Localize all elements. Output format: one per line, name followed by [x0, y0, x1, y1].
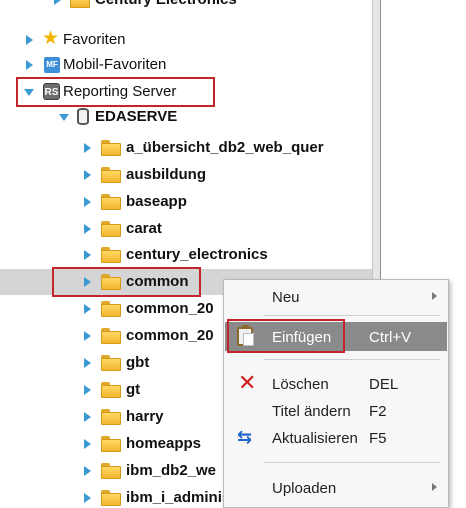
folder-icon [101, 355, 121, 371]
menu-item-label: Aktualisieren [272, 430, 358, 447]
menu-item-label: Uploaden [272, 480, 337, 497]
expand-arrow-icon[interactable] [84, 385, 91, 395]
expand-arrow-icon[interactable] [84, 493, 91, 503]
menu-item-shortcut: F2 [369, 403, 387, 420]
tree-item-folder[interactable]: century_electronics [0, 242, 372, 268]
tree-item-label: ausbildung [126, 166, 206, 183]
folder-icon [101, 140, 121, 156]
menu-item-einfuegen[interactable]: Einfügen Ctrl+V [225, 322, 447, 351]
folder-icon [101, 301, 121, 317]
menu-item-uploaden[interactable]: Uploaden [225, 473, 447, 502]
expand-arrow-icon[interactable] [84, 143, 91, 153]
menu-item-label: Einfügen [272, 329, 332, 346]
context-menu: Neu Einfügen Ctrl+V ✕ Löschen DEL Titel … [223, 279, 449, 508]
submenu-arrow-icon [432, 483, 437, 491]
tree-item-reporting-server[interactable]: RS Reporting Server [0, 79, 372, 105]
mobile-favorites-icon: MF [44, 57, 60, 73]
tree-item-label: Mobil-Favoriten [63, 56, 167, 73]
menu-item-aktualisieren[interactable]: ⇆ Aktualisieren F5 [225, 423, 447, 452]
tree-item-label: a_übersicht_db2_web_quer [126, 139, 324, 156]
tree-item-label: homeapps [126, 435, 202, 452]
expand-arrow-icon[interactable] [84, 197, 91, 207]
folder-icon [101, 328, 121, 344]
collapse-arrow-icon[interactable] [24, 89, 34, 96]
tree-item-label: gt [126, 381, 141, 398]
tree-item-favoriten[interactable]: ★ Favoriten [0, 27, 372, 53]
tree-item-century-electronics-top[interactable]: Century Electronics [0, 0, 372, 13]
tree-item-folder[interactable]: ausbildung [0, 162, 372, 188]
folder-icon [101, 436, 121, 452]
folder-icon [70, 0, 90, 8]
database-icon [77, 108, 89, 125]
folder-icon [101, 490, 121, 506]
tree-item-folder[interactable]: baseapp [0, 189, 372, 215]
tree-item-folder[interactable]: a_übersicht_db2_web_quer [0, 135, 372, 161]
tree-item-label: carat [126, 220, 162, 237]
menu-item-loeschen[interactable]: ✕ Löschen DEL [225, 369, 447, 398]
expand-arrow-icon[interactable] [26, 60, 33, 70]
menu-item-label: Titel ändern [272, 403, 351, 420]
folder-icon [101, 382, 121, 398]
folder-icon [101, 221, 121, 237]
expand-arrow-icon[interactable] [84, 358, 91, 368]
expand-arrow-icon[interactable] [84, 170, 91, 180]
star-icon: ★ [42, 28, 60, 49]
tree-item-folder[interactable]: carat [0, 216, 372, 242]
collapse-arrow-icon[interactable] [59, 114, 69, 121]
tree-item-edaserve[interactable]: EDASERVE [0, 104, 372, 130]
expand-arrow-icon[interactable] [84, 224, 91, 234]
expand-arrow-icon[interactable] [84, 250, 91, 260]
expand-arrow-icon[interactable] [84, 439, 91, 449]
expand-arrow-icon[interactable] [84, 331, 91, 341]
expand-arrow-icon[interactable] [84, 412, 91, 422]
menu-item-label: Löschen [272, 376, 329, 393]
expand-arrow-icon[interactable] [26, 35, 33, 45]
refresh-icon: ⇆ [237, 427, 253, 447]
tree-item-label: common_20 [126, 327, 214, 344]
menu-item-shortcut: Ctrl+V [369, 329, 412, 346]
folder-icon [101, 409, 121, 425]
menu-separator [264, 359, 440, 360]
expand-arrow-icon[interactable] [84, 277, 91, 287]
folder-icon [101, 247, 121, 263]
expand-arrow-icon[interactable] [84, 466, 91, 476]
tree-item-label: baseapp [126, 193, 187, 210]
menu-item-shortcut: F5 [369, 430, 387, 447]
menu-separator [264, 462, 440, 463]
delete-x-icon: ✕ [238, 370, 257, 395]
menu-item-shortcut: DEL [369, 376, 399, 393]
menu-item-neu[interactable]: Neu [225, 282, 447, 311]
clipboard-icon [237, 325, 254, 346]
tree-item-label: harry [126, 408, 164, 425]
tree-item-label: gbt [126, 354, 150, 371]
tree-item-mobil-favoriten[interactable]: MF Mobil-Favoriten [0, 52, 372, 78]
expand-arrow-icon[interactable] [54, 0, 61, 5]
menu-separator [264, 315, 440, 316]
folder-icon [101, 274, 121, 290]
folder-icon [101, 463, 121, 479]
menu-item-titel-aendern[interactable]: Titel ändern F2 [225, 396, 447, 425]
folder-icon [101, 167, 121, 183]
reporting-server-icon: RS [43, 83, 60, 100]
submenu-arrow-icon [432, 292, 437, 300]
tree-item-label: ibm_db2_we [126, 462, 217, 479]
tree-item-label: common [126, 273, 189, 290]
menu-item-label: Neu [272, 289, 300, 306]
expand-arrow-icon[interactable] [84, 304, 91, 314]
tree-item-label: common_20 [126, 300, 214, 317]
tree-item-label: Reporting Server [63, 83, 177, 100]
tree-item-label: EDASERVE [95, 108, 178, 125]
tree-item-label: century_electronics [126, 246, 268, 263]
folder-icon [101, 194, 121, 210]
tree-item-label: Century Electronics [95, 0, 237, 8]
tree-item-label: Favoriten [63, 31, 126, 48]
